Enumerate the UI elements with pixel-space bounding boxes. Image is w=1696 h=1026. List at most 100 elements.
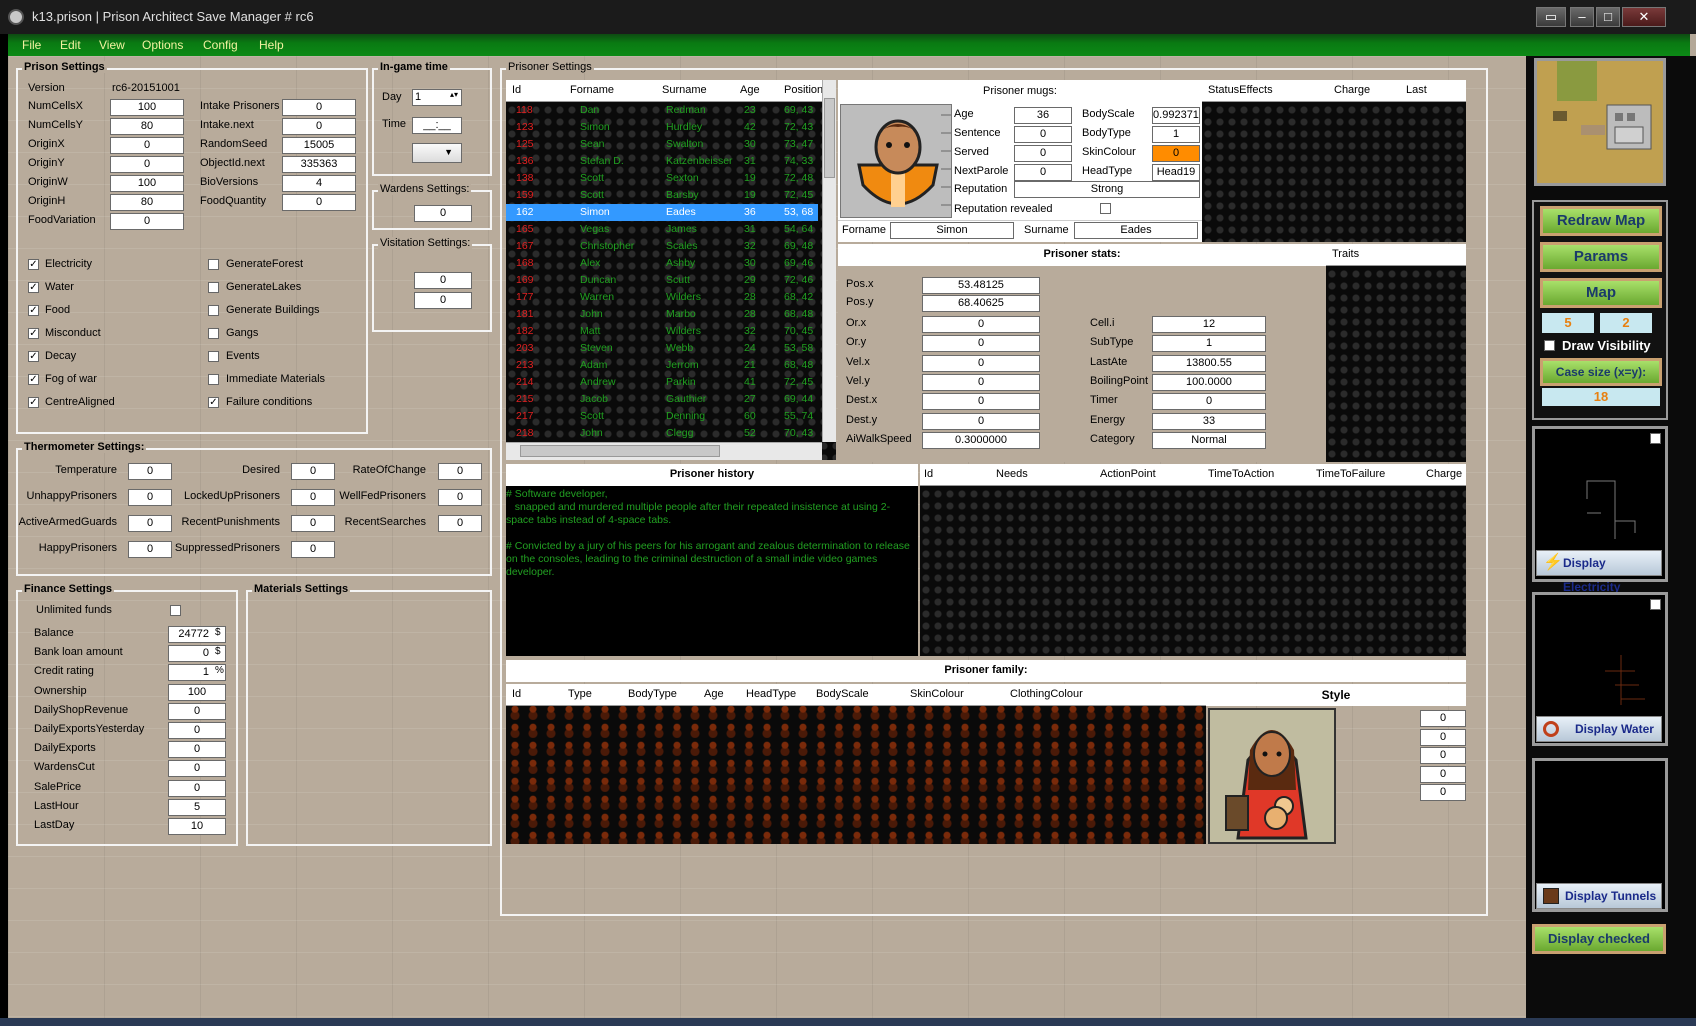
finance-input[interactable]: 0	[168, 741, 226, 759]
ps-checkbox[interactable]: ✓	[28, 351, 39, 362]
ps-field-input[interactable]: 80	[110, 118, 184, 135]
table-row[interactable]: 118 Dan Redman 23 69, 43	[506, 102, 818, 119]
col-family-clothingcolour[interactable]: ClothingColour	[1010, 688, 1083, 700]
ps-field-input[interactable]: 15005	[282, 137, 356, 154]
menu-view[interactable]: View	[99, 38, 125, 52]
surname-input[interactable]: Eades	[1074, 222, 1198, 239]
wardens-input[interactable]: 0	[414, 205, 472, 222]
thermo-input[interactable]: 0	[128, 489, 172, 506]
thermo-input[interactable]: 0	[438, 463, 482, 480]
reputation-revealed-checkbox[interactable]	[1100, 203, 1111, 214]
family-value-input[interactable]: 0	[1420, 747, 1466, 764]
table-row[interactable]: 217 Scott Denning 60 55, 74	[506, 408, 818, 425]
table-row[interactable]: 167 Christopher Scales 32 69, 48	[506, 238, 818, 255]
stat-input[interactable]: 0	[922, 354, 1040, 372]
col-family-type[interactable]: Type	[568, 688, 592, 700]
col-surname[interactable]: Surname	[662, 84, 707, 96]
ps-field-input[interactable]: 0	[110, 213, 184, 230]
ps-checkbox[interactable]	[208, 259, 219, 270]
map-spinner-2[interactable]: 2	[1600, 313, 1652, 333]
finance-input[interactable]: 0	[168, 722, 226, 739]
ps-field-input[interactable]: 0	[282, 194, 356, 211]
col-last[interactable]: Last	[1406, 84, 1427, 96]
thermo-input[interactable]: 0	[291, 489, 335, 506]
col-family-bodyscale[interactable]: BodyScale	[816, 688, 869, 700]
table-row[interactable]: 203 Steven Webb 24 53, 58	[506, 340, 818, 357]
maximize-button[interactable]: □	[1596, 7, 1620, 27]
time-input[interactable]: __:__	[412, 117, 462, 134]
reputation-input[interactable]: Strong	[1014, 181, 1200, 198]
col-needs-charge[interactable]: Charge	[1426, 468, 1462, 480]
display-water-button[interactable]: Display Water	[1536, 716, 1662, 742]
menu-file[interactable]: File	[22, 38, 41, 52]
mug-field-input[interactable]: 0.992371	[1152, 107, 1200, 124]
col-family-id[interactable]: Id	[512, 688, 521, 700]
ps-field-input[interactable]: 0	[282, 99, 356, 116]
table-row[interactable]: 213 Adam Jerrom 21 68, 48	[506, 357, 818, 374]
ps-checkbox[interactable]: ✓	[208, 397, 219, 408]
finance-input[interactable]: 5	[168, 798, 226, 816]
ps-field-input[interactable]: 100	[110, 99, 184, 116]
history-text[interactable]: # Software developer, snapped and murder…	[506, 488, 916, 653]
case-size-input[interactable]: 18	[1542, 388, 1660, 406]
ps-checkbox[interactable]	[208, 374, 219, 385]
thermo-input[interactable]: 0	[291, 515, 335, 532]
restore-icon[interactable]: ▭	[1536, 7, 1566, 27]
col-forname[interactable]: Forname	[570, 84, 614, 96]
menu-options[interactable]: Options	[142, 38, 183, 52]
col-family-skincolour[interactable]: SkinColour	[910, 688, 964, 700]
table-row[interactable]: 181 John Marbo 28 68, 48	[506, 306, 818, 323]
map-spinner-1[interactable]: 5	[1542, 313, 1594, 333]
col-timetofailure[interactable]: TimeToFailure	[1316, 468, 1385, 480]
stat-input[interactable]: 1	[1152, 335, 1266, 353]
stat-input[interactable]: 0	[922, 393, 1040, 411]
family-value-input[interactable]: 0	[1420, 784, 1466, 801]
col-id[interactable]: Id	[512, 84, 521, 96]
ps-field-input[interactable]: 0	[282, 118, 356, 135]
forname-input[interactable]: Simon	[890, 222, 1014, 239]
ps-checkbox[interactable]: ✓	[28, 328, 39, 339]
minimap[interactable]	[1534, 58, 1666, 186]
display-electricity-button[interactable]: ⚡ Display Electricity	[1536, 550, 1662, 594]
col-needs-id[interactable]: Id	[924, 468, 933, 480]
stat-input[interactable]: 53.48125	[922, 277, 1040, 294]
thermo-input[interactable]: 0	[291, 463, 335, 480]
family-value-input[interactable]: 0	[1420, 710, 1466, 727]
stat-input[interactable]: 0	[922, 373, 1040, 391]
params-button[interactable]: Params	[1540, 242, 1662, 272]
col-family-bodytype[interactable]: BodyType	[628, 688, 677, 700]
menu-config[interactable]: Config	[203, 38, 238, 52]
display-tunnels-button[interactable]: Display Tunnels	[1536, 883, 1662, 909]
ps-checkbox[interactable]: ✓	[28, 374, 39, 385]
thermo-input[interactable]: 0	[438, 489, 482, 506]
ps-checkbox[interactable]	[208, 282, 219, 293]
mug-field-input[interactable]: 0	[1152, 145, 1200, 162]
stat-input[interactable]: 12	[1152, 316, 1266, 333]
ps-checkbox[interactable]: ✓	[28, 259, 39, 270]
col-timetoaction[interactable]: TimeToAction	[1208, 468, 1274, 480]
stat-input[interactable]: 33	[1152, 412, 1266, 430]
table-row[interactable]: 215 Jacob Gauthier 27 69, 44	[506, 391, 818, 408]
ps-field-input[interactable]: 0	[110, 137, 184, 154]
thermo-input[interactable]: 0	[128, 541, 172, 558]
list-hscrollbar[interactable]	[506, 442, 822, 460]
ps-checkbox[interactable]: ✓	[28, 282, 39, 293]
table-row[interactable]: 168 Alex Ashby 30 69, 46	[506, 255, 818, 272]
finance-input[interactable]: 0	[168, 779, 226, 797]
ps-checkbox[interactable]: ✓	[28, 305, 39, 316]
mug-field-input[interactable]: 1	[1152, 126, 1200, 143]
finance-input[interactable]: 0	[168, 760, 226, 778]
table-row[interactable]: 214 Andrew Parkin 41 72, 45	[506, 374, 818, 391]
close-button[interactable]: ✕	[1622, 7, 1666, 27]
unlimited-funds-checkbox[interactable]	[170, 605, 181, 616]
mug-field-input[interactable]: Head19	[1152, 164, 1200, 181]
ps-field-input[interactable]: 100	[110, 175, 184, 192]
col-position[interactable]: Position	[784, 84, 823, 96]
stat-input[interactable]: 13800.55	[1152, 354, 1266, 372]
menu-edit[interactable]: Edit	[60, 38, 81, 52]
ps-checkbox[interactable]	[208, 328, 219, 339]
draw-visibility-checkbox[interactable]	[1544, 340, 1555, 351]
mug-field-input[interactable]: 0	[1014, 164, 1072, 181]
mug-field-input[interactable]: 36	[1014, 107, 1072, 124]
ps-checkbox[interactable]: ✓	[28, 397, 39, 408]
